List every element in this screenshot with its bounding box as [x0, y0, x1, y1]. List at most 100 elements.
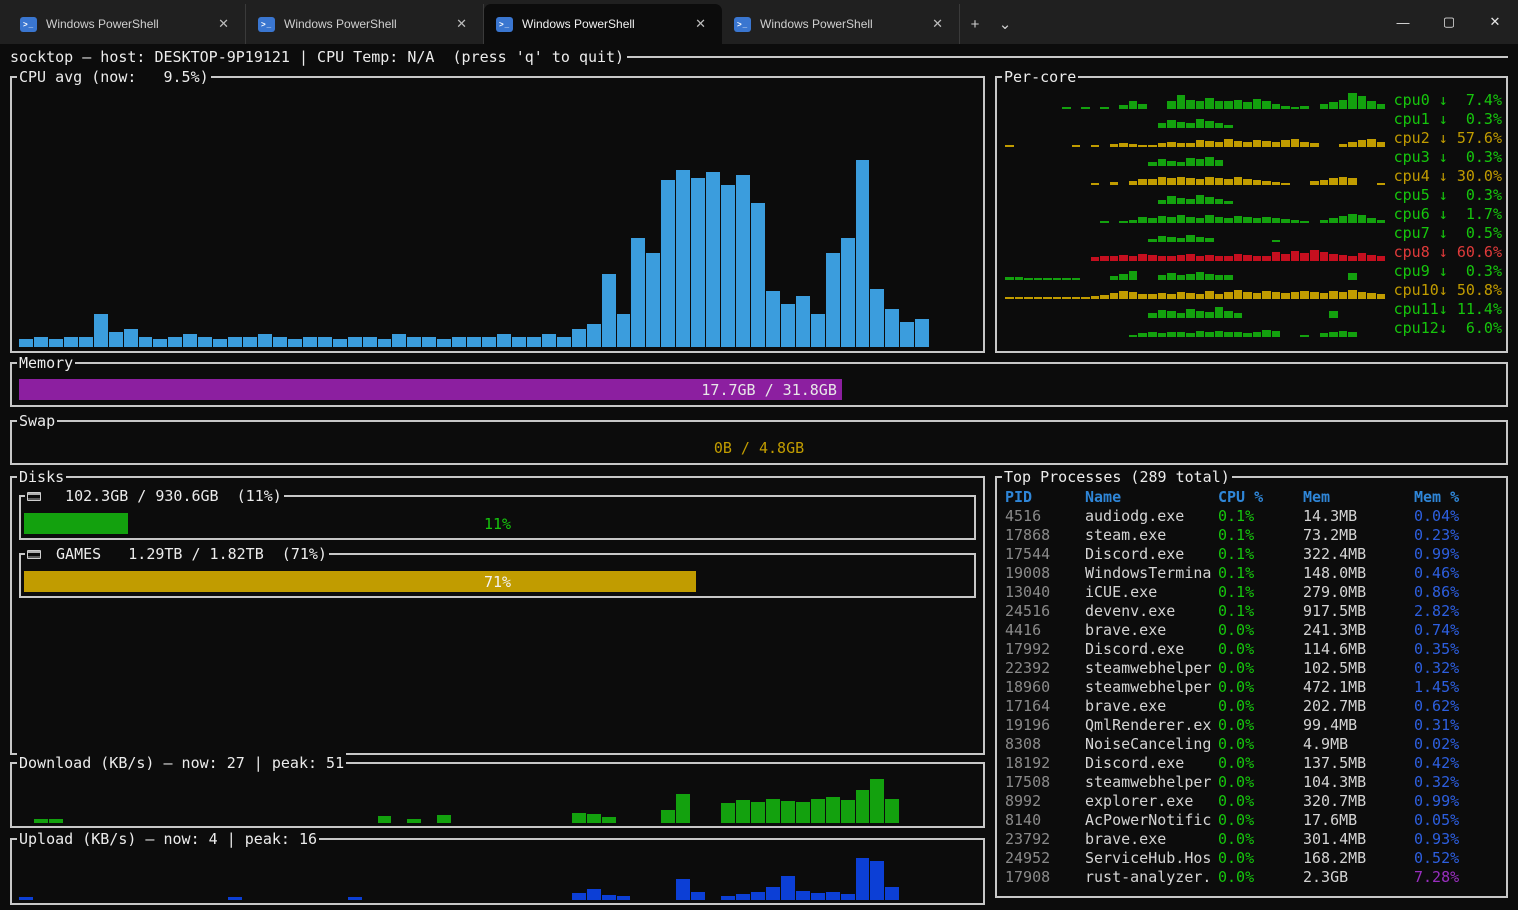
chart-bar [1329, 311, 1338, 318]
chart-bar [1119, 291, 1128, 299]
chart-bar [1348, 332, 1357, 337]
swap-panel: Swap 0B / 4.8GB [10, 420, 1508, 465]
tab-dropdown-button[interactable]: ⌄ [990, 4, 1020, 44]
process-mem-pct: 0.62% [1414, 697, 1500, 716]
chart-bar [826, 253, 840, 347]
chart-bar [1348, 273, 1357, 280]
chart-bar [631, 238, 645, 347]
download-panel: Download (KB/s) – now: 27 | peak: 51 [10, 762, 985, 828]
chart-bar [602, 274, 616, 347]
process-cpu: 0.0% [1218, 716, 1303, 735]
cpu-avg-panel: CPU avg (now: 9.5%) [10, 76, 985, 353]
process-name: WindowsTermina [1085, 564, 1218, 583]
tab-close-icon[interactable]: ✕ [212, 14, 235, 34]
process-row: 8308NoiseCanceling0.0%4.9MB0.02% [1005, 735, 1500, 754]
process-cpu: 0.1% [1218, 545, 1303, 564]
process-pid: 18960 [1005, 678, 1085, 697]
core-row: cpu2 ↓ 57.6% [1005, 128, 1502, 147]
close-button[interactable]: ✕ [1472, 0, 1518, 44]
chart-bar [572, 813, 586, 823]
core-sparkline [1005, 225, 1386, 242]
chart-bar [1196, 311, 1205, 318]
minimize-button[interactable]: — [1380, 0, 1426, 44]
chart-bar [856, 160, 870, 347]
chart-bar [49, 819, 63, 823]
chart-bar [467, 337, 481, 347]
chart-bar [1358, 140, 1367, 147]
chart-bar [198, 337, 212, 347]
chart-bar [1300, 335, 1309, 337]
process-name: explorer.exe [1085, 792, 1218, 811]
chart-bar [1129, 292, 1138, 299]
tab-3-active[interactable]: >_Windows PowerShell✕ [484, 4, 722, 44]
process-pid: 18192 [1005, 754, 1085, 773]
process-row: 17164brave.exe0.0%202.7MB0.62% [1005, 697, 1500, 716]
chart-bar [1291, 292, 1300, 299]
chart-bar [1186, 158, 1195, 167]
chart-bar [557, 337, 571, 347]
tab-bar: >_Windows PowerShell✕>_Windows PowerShel… [0, 0, 1518, 44]
process-mem: 99.4MB [1303, 716, 1414, 735]
chart-bar [1148, 332, 1157, 337]
process-row: 4416brave.exe0.0%241.3MB0.74% [1005, 621, 1500, 640]
chart-bar [34, 337, 48, 347]
terminal-screen[interactable]: socktop — host: DESKTOP-9P19121 | CPU Te… [0, 44, 1518, 910]
disk-percent-label: 71% [24, 571, 971, 592]
chart-bar [1177, 215, 1186, 223]
tab-close-icon[interactable]: ✕ [450, 14, 473, 34]
process-cpu: 0.0% [1218, 697, 1303, 716]
chart-bar [751, 892, 765, 900]
core-sparkline [1005, 92, 1386, 109]
chart-bar [811, 799, 825, 823]
memory-value: 17.7GB / 31.8GB [701, 381, 836, 399]
core-label: cpu5 ↓ 0.3% [1386, 186, 1502, 204]
process-row: 17508steamwebhelper0.0%104.3MB0.32% [1005, 773, 1500, 792]
tab-close-icon[interactable]: ✕ [926, 14, 949, 34]
core-row: cpu10↓ 50.8% [1005, 280, 1502, 299]
swap-value: 0B / 4.8GB [19, 437, 1499, 458]
cpu-history-chart [19, 94, 975, 347]
process-mem: 137.5MB [1303, 754, 1414, 773]
tab-close-icon[interactable]: ✕ [689, 14, 712, 34]
process-name: steamwebhelper [1085, 659, 1218, 678]
chart-bar [736, 800, 750, 823]
maximize-button[interactable]: ▢ [1426, 0, 1472, 44]
tab-4[interactable]: >_Windows PowerShell✕ [722, 4, 960, 44]
process-cpu: 0.0% [1218, 754, 1303, 773]
tab-1[interactable]: >_Windows PowerShell✕ [8, 4, 246, 44]
chart-bar [811, 893, 825, 900]
process-pid: 17164 [1005, 697, 1085, 716]
chart-bar [796, 802, 810, 823]
memory-title: Memory [17, 353, 75, 373]
chart-bar [870, 861, 884, 900]
powershell-icon: >_ [734, 17, 751, 32]
chart-bar [258, 334, 272, 347]
tab-2[interactable]: >_Windows PowerShell✕ [246, 4, 484, 44]
chart-bar [348, 337, 362, 347]
chart-bar [870, 289, 884, 347]
chart-bar [1291, 251, 1300, 261]
chart-bar [676, 879, 690, 900]
new-tab-button[interactable]: + [960, 4, 990, 44]
chart-bar [1167, 273, 1176, 280]
chart-bar [378, 816, 392, 823]
chart-bar [1186, 235, 1195, 242]
chart-bar [1167, 311, 1176, 318]
chart-bar [1215, 178, 1224, 185]
process-column-header: Mem % [1414, 488, 1500, 507]
process-mem-pct: 1.45% [1414, 678, 1500, 697]
chart-bar [363, 337, 377, 347]
process-mem: 301.4MB [1303, 830, 1414, 849]
chart-bar [437, 815, 451, 823]
process-name: iCUE.exe [1085, 583, 1218, 602]
chart-bar [661, 810, 675, 823]
chart-bar [19, 897, 33, 900]
process-pid: 17992 [1005, 640, 1085, 659]
chart-bar [1358, 292, 1367, 299]
process-cpu: 0.0% [1218, 868, 1303, 887]
core-label: cpu2 ↓ 57.6% [1386, 129, 1502, 147]
process-mem-pct: 0.42% [1414, 754, 1500, 773]
chart-bar [1224, 311, 1233, 318]
chart-bar [64, 337, 78, 347]
process-mem: 114.6MB [1303, 640, 1414, 659]
